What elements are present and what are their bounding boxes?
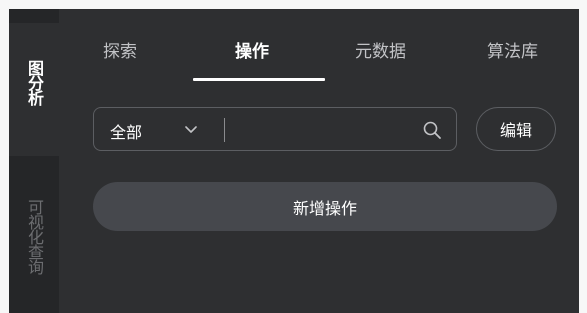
side-rail: 图分析 可视化查询 [9,9,59,313]
rail-item-label: 图分析 [25,60,44,105]
chevron-down-icon[interactable] [183,121,199,137]
tab-algorithm-library[interactable]: 算法库 [487,37,538,62]
add-operation-button[interactable]: 新增操作 [93,182,557,231]
tab-operations[interactable]: 操作 [235,37,269,62]
search-icon[interactable] [422,120,442,140]
edit-button[interactable]: 编辑 [476,107,556,151]
search-input[interactable] [232,116,412,142]
rail-item-visual-query[interactable]: 可视化查询 [9,177,59,295]
operations-panel: 图分析 可视化查询 探索 操作 元数据 算法库 全部 编辑 新增操作 [9,9,579,313]
filter-select[interactable]: 全部 [110,119,142,143]
tab-bar: 探索 操作 元数据 算法库 [59,9,579,89]
search-bar: 全部 [93,107,457,151]
active-tab-indicator [193,78,325,81]
tab-metadata[interactable]: 元数据 [355,37,406,62]
search-divider [224,118,225,142]
rail-item-graph-analysis[interactable]: 图分析 [9,23,59,156]
tab-explore[interactable]: 探索 [103,37,137,62]
rail-item-label: 可视化查询 [25,198,44,274]
